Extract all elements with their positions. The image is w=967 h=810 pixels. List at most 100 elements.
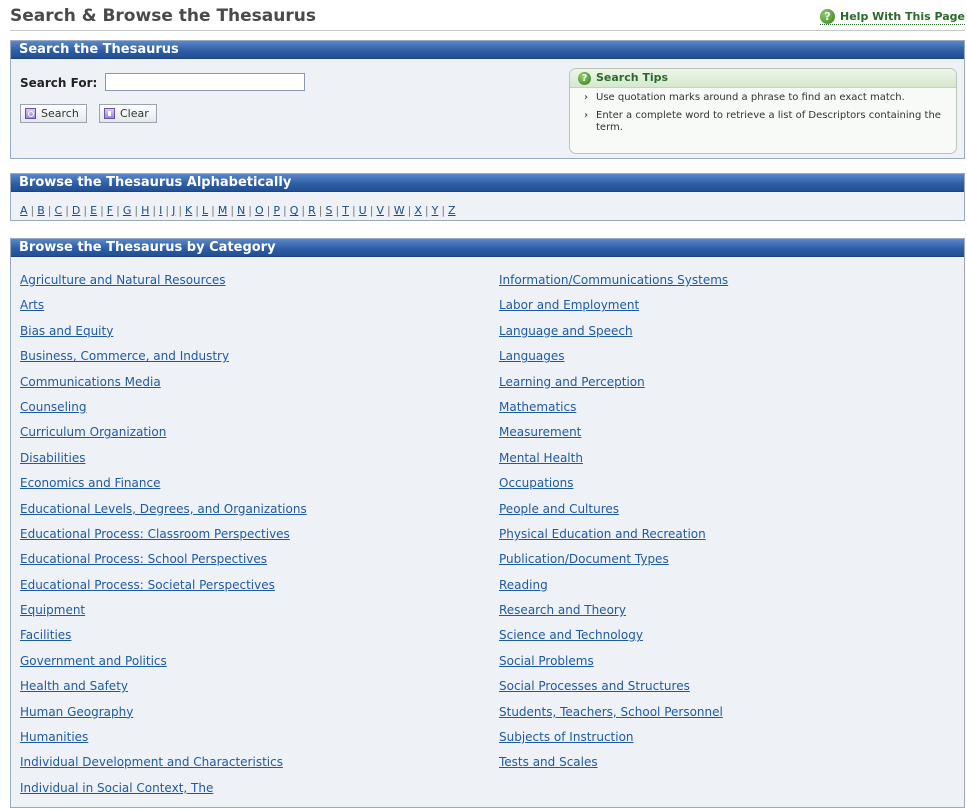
letter-separator: | [100,204,104,217]
category-link[interactable]: Measurement [499,425,581,439]
letter-link-g[interactable]: G [123,204,132,217]
search-tip: Use quotation marks around a phrase to f… [584,92,948,104]
letter-separator: | [386,204,391,217]
category-link[interactable]: Educational Process: School Perspectives [20,552,267,566]
category-link[interactable]: Science and Technology [499,628,643,642]
search-button[interactable]: Search [20,104,87,123]
category-link[interactable]: Humanities [20,730,88,744]
page-title: Search & Browse the Thesaurus [10,6,316,26]
category-link[interactable]: Language and Speech [499,324,633,338]
help-link[interactable]: ? Help With This Page [820,9,965,25]
category-link[interactable]: Arts [20,298,44,312]
letter-link-v[interactable]: V [376,204,384,217]
letter-link-l[interactable]: L [202,204,208,217]
letter-separator: | [230,204,235,217]
category-link[interactable]: Labor and Employment [499,298,639,312]
category-link[interactable]: Counseling [20,400,86,414]
category-link[interactable]: People and Cultures [499,502,619,516]
letter-separator: | [424,204,429,217]
category-link[interactable]: Educational Process: Classroom Perspecti… [20,527,290,541]
letter-separator: | [165,204,170,217]
letter-link-z[interactable]: Z [448,204,456,217]
category-link[interactable]: Students, Teachers, School Personnel [499,705,723,719]
letter-separator: | [318,204,323,217]
list-item: Disabilities [20,450,307,475]
category-link[interactable]: Bias and Equity [20,324,113,338]
letter-link-i[interactable]: I [159,204,162,217]
letter-link-q[interactable]: Q [290,204,299,217]
letter-link-c[interactable]: C [55,204,63,217]
category-link[interactable]: Publication/Document Types [499,552,669,566]
category-link[interactable]: Communications Media [20,375,161,389]
category-link[interactable]: Research and Theory [499,603,626,617]
category-link[interactable]: Languages [499,349,564,363]
category-link[interactable]: Facilities [20,628,71,642]
letter-link-s[interactable]: S [326,204,333,217]
category-link[interactable]: Social Processes and Structures [499,679,690,693]
category-link[interactable]: Agriculture and Natural Resources [20,273,226,287]
letter-separator: | [65,204,69,217]
category-link[interactable]: Subjects of Instruction [499,730,634,744]
category-link[interactable]: Disabilities [20,451,85,465]
category-link[interactable]: Health and Safety [20,679,128,693]
letter-link-o[interactable]: O [255,204,264,217]
letter-link-j[interactable]: J [172,204,175,217]
category-link[interactable]: Mental Health [499,451,583,465]
letter-link-f[interactable]: F [107,204,113,217]
letter-link-e[interactable]: E [90,204,97,217]
letter-link-x[interactable]: X [414,204,422,217]
category-link[interactable]: Information/Communications Systems [499,273,728,287]
category-list-left: Agriculture and Natural Resources Arts Bia… [20,272,307,805]
list-item: Business, Commerce, and Industry [20,348,307,373]
category-link[interactable]: Equipment [20,603,85,617]
letter-link-k[interactable]: K [185,204,192,217]
category-link[interactable]: Occupations [499,476,573,490]
category-link[interactable]: Business, Commerce, and Industry [20,349,229,363]
search-input[interactable] [105,73,305,91]
list-item: Individual in Social Context, The [20,780,307,805]
category-link[interactable]: Tests and Scales [499,755,598,769]
category-link[interactable]: Human Geography [20,705,133,719]
list-item: Reading [499,577,728,602]
list-item: People and Cultures [499,501,728,526]
category-link[interactable]: Individual Development and Characteristi… [20,755,283,769]
list-item: Social Problems [499,653,728,678]
letter-link-r[interactable]: R [308,204,316,217]
category-link[interactable]: Government and Politics [20,654,167,668]
clear-button[interactable]: Clear [99,104,157,123]
list-item: Health and Safety [20,678,307,703]
category-link[interactable]: Learning and Perception [499,375,645,389]
category-link[interactable]: Social Problems [499,654,594,668]
category-link[interactable]: Mathematics [499,400,576,414]
letter-link-n[interactable]: N [237,204,245,217]
category-link[interactable]: Curriculum Organization [20,425,166,439]
letter-separator: | [195,204,199,217]
alphabet-link-row: A | B | C | D | E | F | G | H | I | J | K | L | M | N | O | P | Q | R | S | T |… [20,204,456,217]
letter-link-m[interactable]: M [218,204,228,217]
list-item: Agriculture and Natural Resources [20,272,307,297]
category-link[interactable]: Economics and Finance [20,476,160,490]
letter-link-t[interactable]: T [342,204,349,217]
category-link[interactable]: Educational Process: Societal Perspectiv… [20,578,275,592]
category-link[interactable]: Reading [499,578,548,592]
letter-link-u[interactable]: U [359,204,367,217]
page-header: Search & Browse the Thesaurus ? Help Wit… [10,0,965,31]
list-item: Publication/Document Types [499,551,728,576]
letter-link-a[interactable]: A [20,204,28,217]
letter-link-w[interactable]: W [394,204,405,217]
letter-separator: | [369,204,374,217]
category-link[interactable]: Individual in Social Context, The [20,781,213,795]
letter-separator: | [283,204,287,217]
list-item: Arts [20,297,307,322]
list-item: Individual Development and Characteristi… [20,754,307,779]
letter-separator: | [441,204,446,217]
category-link[interactable]: Physical Education and Recreation [499,527,706,541]
letter-link-d[interactable]: D [72,204,80,217]
category-link[interactable]: Educational Levels, Degrees, and Organiz… [20,502,307,516]
letter-separator: | [30,204,35,217]
letter-link-p[interactable]: P [273,204,280,217]
letter-separator: | [152,204,157,217]
letter-link-b[interactable]: B [37,204,45,217]
letter-link-h[interactable]: H [141,204,149,217]
letter-link-y[interactable]: Y [432,204,439,217]
